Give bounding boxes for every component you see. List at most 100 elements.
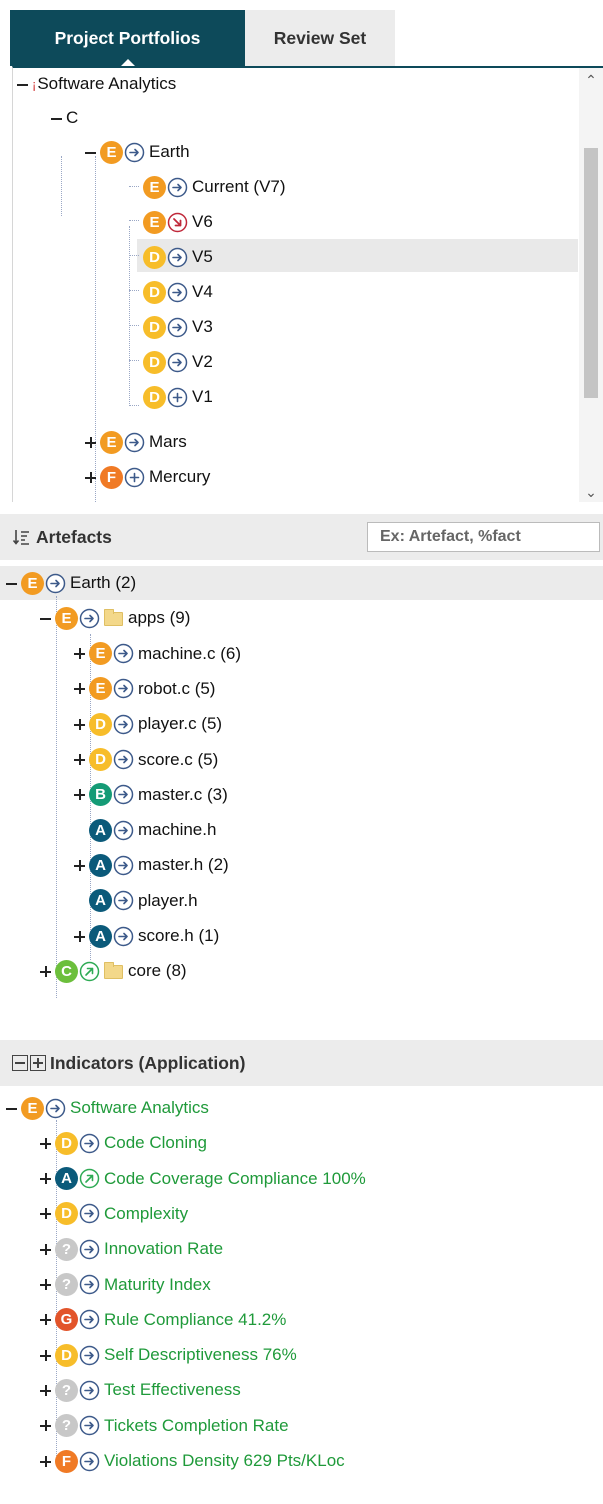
tree-scrollbar[interactable]: ⌃ ⌄ — [579, 68, 603, 502]
indicators-row[interactable]: F Violations Density 629 Pts/KLoc — [40, 1444, 345, 1478]
artefacts-row[interactable]: E Earth (2) — [6, 566, 136, 600]
artefacts-row[interactable]: Ccore (8) — [40, 954, 187, 988]
rating-badge: D — [143, 315, 166, 339]
rating-badge: G — [55, 1308, 78, 1332]
node-label: Innovation Rate — [104, 1239, 224, 1259]
rating-badge: A — [55, 1167, 78, 1191]
collapse-toggle[interactable] — [40, 613, 51, 624]
artefacts-header: Artefacts Ex: Artefact, %fact — [0, 514, 603, 560]
expand-toggle[interactable] — [40, 1137, 51, 1149]
tree-node-v1[interactable]: D V1 — [143, 380, 213, 414]
expand-toggle[interactable] — [74, 754, 85, 765]
collapse-all-icon[interactable] — [12, 1055, 28, 1071]
collapse-toggle[interactable] — [6, 1103, 17, 1114]
artefacts-row[interactable]: Amachine.h — [74, 813, 216, 847]
expand-toggle[interactable] — [40, 1420, 51, 1432]
expand-toggle[interactable] — [85, 436, 96, 448]
collapse-toggle[interactable] — [85, 147, 96, 158]
expand-toggle[interactable] — [40, 965, 51, 977]
indicators-row[interactable]: D Code Cloning — [40, 1126, 207, 1160]
artefacts-row[interactable]: Ascore.h (1) — [74, 919, 219, 953]
trend-arrow-right-icon — [113, 855, 134, 876]
artefacts-row[interactable]: Dplayer.c (5) — [74, 707, 222, 741]
scroll-up-icon[interactable]: ⌃ — [579, 70, 603, 90]
rating-badge: C — [55, 959, 78, 983]
sort-icon[interactable] — [12, 528, 30, 546]
indicators-row[interactable]: G Rule Compliance 41.2% — [40, 1303, 286, 1337]
trend-arrow-right-icon — [167, 352, 188, 373]
tree-node-v5[interactable]: D V5 — [143, 240, 213, 274]
rating-badge: B — [89, 783, 112, 807]
expand-toggle[interactable] — [40, 1314, 51, 1326]
tree-node-v6[interactable]: E V6 — [143, 205, 213, 239]
node-label: Self Descriptiveness 76% — [104, 1345, 297, 1365]
tree-node-software-analytics[interactable]: ¡ Software Analytics — [17, 68, 176, 101]
expand-toggle[interactable] — [74, 930, 85, 942]
indicators-row[interactable]: E Software Analytics — [6, 1091, 209, 1125]
expand-toggle[interactable] — [40, 1173, 51, 1185]
node-label: Rule Compliance 41.2% — [104, 1309, 287, 1329]
rating-badge: E — [100, 430, 123, 454]
node-label: apps (9) — [128, 608, 191, 628]
artefacts-row[interactable]: Amaster.h (2) — [74, 848, 229, 882]
expand-toggle[interactable] — [74, 648, 85, 660]
expand-toggle[interactable] — [40, 1455, 51, 1467]
indicators-row[interactable]: ? Innovation Rate — [40, 1232, 223, 1266]
node-label: V4 — [192, 282, 213, 301]
rating-badge: ? — [55, 1378, 78, 1402]
artefacts-row[interactable]: Aplayer.h — [74, 884, 198, 918]
indicators-row[interactable]: D Self Descriptiveness 76% — [40, 1338, 297, 1372]
expand-toggle[interactable] — [74, 718, 85, 730]
tab-project-portfolios[interactable]: Project Portfolios — [10, 10, 245, 67]
collapse-toggle[interactable] — [6, 578, 17, 589]
rating-badge: D — [55, 1343, 78, 1367]
expand-toggle[interactable] — [74, 859, 85, 871]
expand-toggle[interactable] — [40, 1384, 51, 1396]
tree-node-current-v7[interactable]: E Current (V7) — [143, 170, 286, 204]
artefacts-row[interactable]: Eapps (9) — [40, 601, 190, 635]
artefacts-row[interactable]: Bmaster.c (3) — [74, 778, 228, 812]
scrollbar-thumb[interactable] — [584, 148, 598, 398]
indicators-row[interactable]: A Code Coverage Compliance 100% — [40, 1162, 366, 1196]
tree-node-mars[interactable]: E Mars — [85, 425, 187, 459]
node-label: Mars — [149, 432, 187, 451]
expand-toggle[interactable] — [40, 1349, 51, 1361]
node-label: V3 — [192, 317, 213, 336]
scroll-down-icon[interactable]: ⌄ — [579, 482, 603, 502]
trend-arrow-right-icon — [167, 177, 188, 198]
portfolio-tree-panel: ¡ Software Analytics C E Earth E Current… — [12, 66, 603, 502]
collapse-toggle[interactable] — [17, 79, 28, 90]
expand-toggle[interactable] — [74, 683, 85, 695]
expand-toggle[interactable] — [74, 789, 85, 801]
artefacts-tree: E Earth (2) Eapps (9) Emachine.c (6) Erobot.… — [0, 562, 603, 1032]
indicators-row[interactable]: ? Maturity Index — [40, 1268, 211, 1302]
tab-review-set[interactable]: Review Set — [245, 10, 395, 66]
node-label: Code Cloning — [104, 1133, 208, 1153]
indicators-row[interactable]: D Complexity — [40, 1197, 188, 1231]
trend-arrow-right-icon — [79, 1345, 100, 1366]
expand-toggle[interactable] — [40, 1208, 51, 1220]
tree-node-v3[interactable]: D V3 — [143, 310, 213, 344]
artefacts-title: Artefacts — [36, 526, 112, 547]
tree-node-v2[interactable]: D V2 — [143, 345, 213, 379]
node-label: master.c (3) — [138, 784, 228, 804]
expand-toggle[interactable] — [85, 471, 96, 483]
tree-node-mercury[interactable]: F Mercury — [85, 460, 210, 494]
expand-toggle[interactable] — [40, 1279, 51, 1290]
rating-badge: D — [89, 748, 112, 771]
tree-node-v4[interactable]: D V4 — [143, 275, 213, 309]
expand-all-icon[interactable] — [30, 1055, 46, 1071]
node-label: Code Coverage Compliance 100% — [104, 1168, 366, 1188]
tree-node-earth[interactable]: E Earth — [85, 135, 190, 169]
node-label: master.h (2) — [138, 855, 229, 875]
node-label: score.c (5) — [138, 749, 219, 769]
collapse-toggle[interactable] — [51, 113, 62, 124]
indicators-row[interactable]: ? Test Effectiveness — [40, 1373, 241, 1407]
artefact-search-input[interactable]: Ex: Artefact, %fact — [367, 522, 600, 552]
artefacts-row[interactable]: Erobot.c (5) — [74, 672, 215, 706]
expand-toggle[interactable] — [40, 1243, 51, 1255]
indicators-row[interactable]: ? Tickets Completion Rate — [40, 1409, 289, 1443]
artefacts-row[interactable]: Dscore.c (5) — [74, 743, 218, 777]
tree-node-c[interactable]: C — [51, 101, 78, 135]
artefacts-row[interactable]: Emachine.c (6) — [74, 637, 241, 671]
